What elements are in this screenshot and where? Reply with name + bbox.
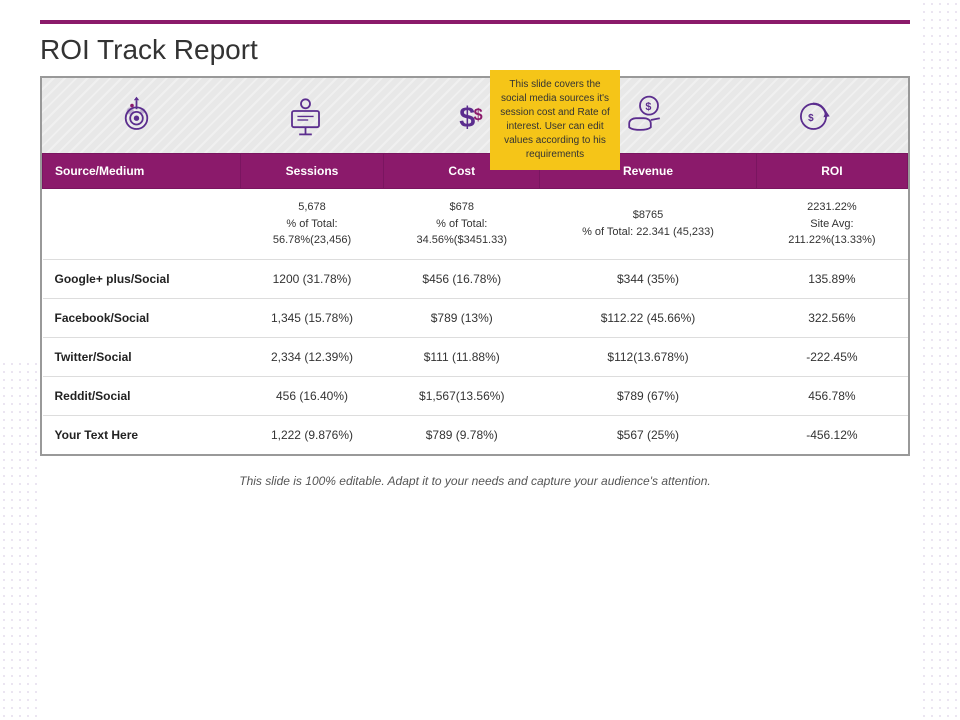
row-revenue-4: $567 (25%) — [540, 415, 757, 454]
table-row: Reddit/Social 456 (16.40%) $1,567(13.56%… — [43, 376, 908, 415]
row-roi-2: -222.45% — [756, 337, 907, 376]
footer-text: This slide is 100% editable. Adapt it to… — [40, 474, 910, 488]
row-revenue-0: $344 (35%) — [540, 259, 757, 298]
col-header-sessions: Sessions — [240, 154, 384, 189]
row-sessions-0: 1200 (31.78%) — [240, 259, 384, 298]
total-source — [43, 189, 241, 260]
row-sessions-3: 456 (16.40%) — [240, 376, 384, 415]
revenue-icon: $ — [622, 93, 667, 138]
total-cost: $678% of Total:34.56%($3451.33) — [384, 189, 540, 260]
col-header-roi: ROI — [756, 154, 907, 189]
table-row: Twitter/Social 2,334 (12.39%) $111 (11.8… — [43, 337, 908, 376]
row-source-1: Facebook/Social — [43, 298, 241, 337]
total-sessions: 5,678% of Total:56.78%(23,456) — [240, 189, 384, 260]
report-table-container: $ $ $ $ — [40, 76, 910, 456]
row-source-0: Google+ plus/Social — [43, 259, 241, 298]
callout-box: This slide covers the social media sourc… — [490, 70, 620, 170]
page-title: ROI Track Report — [40, 34, 910, 66]
total-row: 5,678% of Total:56.78%(23,456) $678% of … — [43, 189, 908, 260]
row-roi-4: -456.12% — [756, 415, 907, 454]
svg-text:$: $ — [645, 101, 651, 113]
total-roi: 2231.22%Site Avg:211.22%(13.33%) — [756, 189, 907, 260]
row-cost-1: $789 (13%) — [384, 298, 540, 337]
row-revenue-2: $112(13.678%) — [540, 337, 757, 376]
presentation-icon — [283, 93, 328, 138]
row-roi-3: 456.78% — [756, 376, 907, 415]
total-revenue: $8765% of Total: 22.341 (45,233) — [540, 189, 757, 260]
row-revenue-1: $112.22 (45.66%) — [540, 298, 757, 337]
row-source-4: Your Text Here — [43, 415, 241, 454]
row-roi-1: 322.56% — [756, 298, 907, 337]
table-row: Google+ plus/Social 1200 (31.78%) $456 (… — [43, 259, 908, 298]
icons-row: $ $ $ $ — [42, 78, 908, 153]
row-sessions-2: 2,334 (12.39%) — [240, 337, 384, 376]
table-row: Your Text Here 1,222 (9.876%) $789 (9.78… — [43, 415, 908, 454]
row-cost-3: $1,567(13.56%) — [384, 376, 540, 415]
svg-text:$: $ — [474, 106, 483, 124]
target-icon — [114, 93, 159, 138]
roi-table: Source/Medium Sessions Cost Revenue ROI … — [42, 153, 908, 454]
row-source-3: Reddit/Social — [43, 376, 241, 415]
row-cost-2: $111 (11.88%) — [384, 337, 540, 376]
row-sessions-1: 1,345 (15.78%) — [240, 298, 384, 337]
col-header-source: Source/Medium — [43, 154, 241, 189]
svg-text:$: $ — [808, 113, 814, 124]
roi-icon: $ — [791, 93, 836, 138]
row-revenue-3: $789 (67%) — [540, 376, 757, 415]
row-sessions-4: 1,222 (9.876%) — [240, 415, 384, 454]
row-source-2: Twitter/Social — [43, 337, 241, 376]
row-cost-0: $456 (16.78%) — [384, 259, 540, 298]
row-cost-4: $789 (9.78%) — [384, 415, 540, 454]
table-row: Facebook/Social 1,345 (15.78%) $789 (13%… — [43, 298, 908, 337]
row-roi-0: 135.89% — [756, 259, 907, 298]
